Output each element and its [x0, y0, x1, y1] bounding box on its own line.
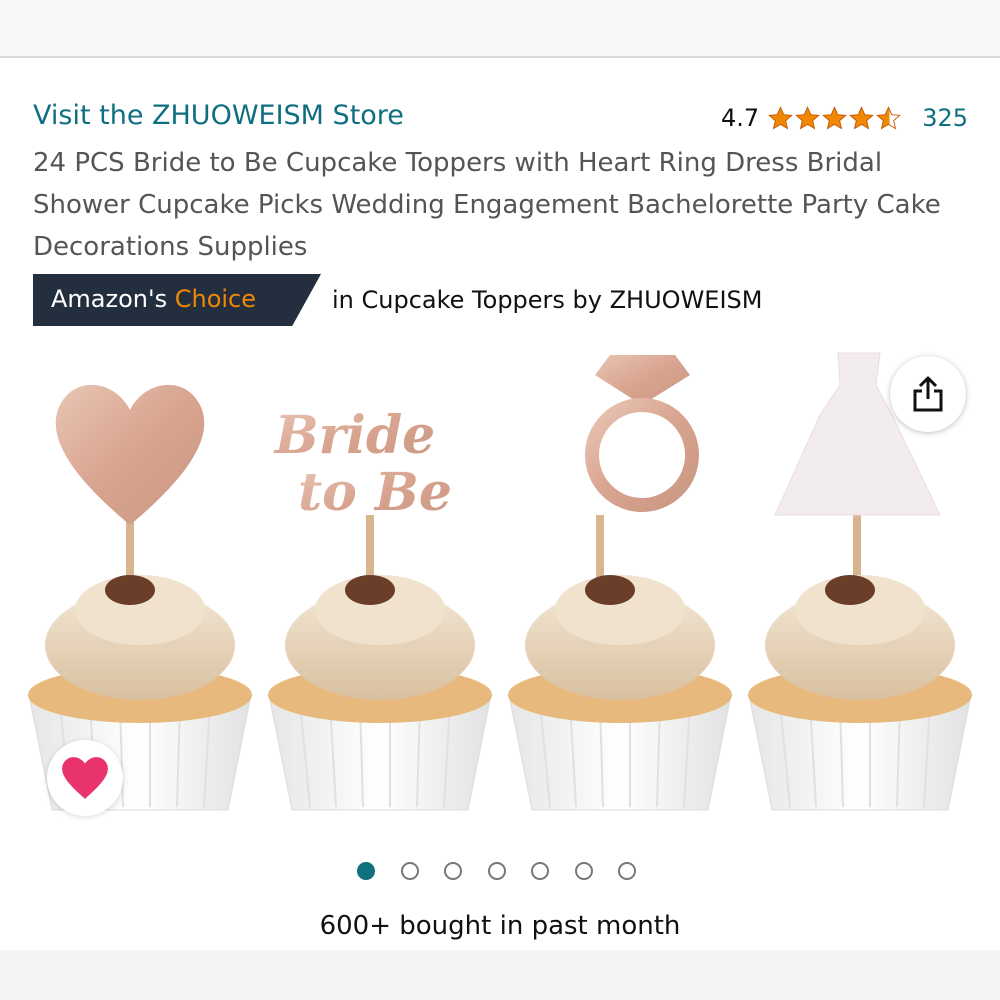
cupcake-heart	[28, 384, 252, 811]
badge-label: Amazon's Choice	[51, 285, 256, 313]
cupcake-ring	[508, 355, 732, 811]
carousel-dot[interactable]	[487, 862, 506, 880]
sales-velocity-text: 600+ bought in past month	[319, 911, 681, 941]
amazons-choice-badge[interactable]: Amazon's Choice	[33, 274, 321, 326]
share-button[interactable]	[890, 356, 966, 432]
badge-background: Amazon's Choice	[33, 274, 321, 326]
wishlist-button[interactable]	[47, 740, 123, 816]
star-icon	[795, 105, 821, 129]
rating-value: 4.7	[721, 104, 760, 132]
carousel-dot[interactable]	[444, 862, 462, 880]
star-icon	[849, 105, 875, 129]
half-star-icon	[876, 105, 902, 129]
carousel-dot[interactable]	[531, 862, 549, 880]
carousel-dot[interactable]	[574, 862, 593, 880]
svg-text:to Be: to Be	[298, 462, 452, 523]
carousel-indicators	[357, 862, 662, 880]
carousel-dot[interactable]	[618, 862, 636, 880]
product-image[interactable]: Bride to Be	[20, 345, 980, 825]
star-rating[interactable]	[767, 105, 902, 132]
cupcake-bride-to-be: Bride to Be	[268, 405, 492, 811]
rating-count-link[interactable]: 325	[922, 104, 968, 132]
svg-text:Bride: Bride	[273, 405, 436, 466]
badge-category-text: in Cupcake Toppers by ZHUOWEISM	[332, 286, 763, 314]
store-link[interactable]: Visit the ZHUOWEISM Store	[33, 100, 404, 131]
badge-prefix: Amazon's	[51, 285, 175, 313]
badge-choice-word: Choice	[174, 285, 257, 313]
heart-icon	[62, 757, 108, 799]
share-icon	[913, 376, 943, 412]
carousel-dot[interactable]	[400, 862, 419, 880]
rating-summary[interactable]: 4.7 325	[721, 104, 968, 132]
star-icon	[768, 105, 794, 129]
bottom-bar	[0, 950, 1000, 1000]
top-bar	[0, 0, 1000, 56]
product-title: 24 PCS Bride to Be Cupcake Toppers with …	[33, 148, 941, 262]
star-icon	[822, 105, 848, 129]
carousel-dot-active[interactable]	[357, 862, 375, 880]
